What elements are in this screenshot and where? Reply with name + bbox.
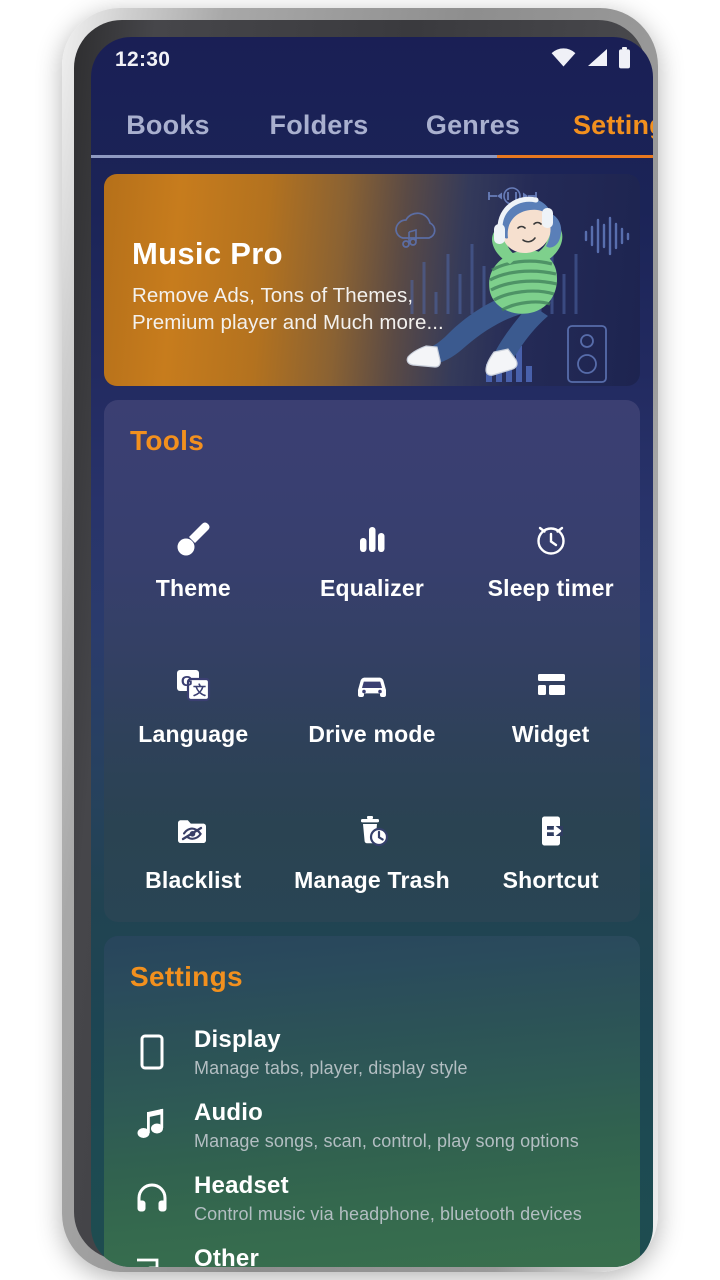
svg-text:G: G (181, 673, 193, 690)
paintbrush-icon (172, 516, 214, 562)
phone-bezel: 12:30 Books Folders Genres Settin Music … (74, 20, 653, 1267)
trash-clock-icon (350, 808, 394, 854)
setting-desc: Manage songs, scan, control, play song o… (194, 1131, 579, 1152)
tab-genres[interactable]: Genres (399, 110, 547, 155)
promo-title: Music Pro (132, 236, 283, 271)
tool-label: Language (138, 721, 249, 747)
tool-shortcut[interactable]: Shortcut (461, 778, 640, 924)
alarm-clock-icon (530, 516, 572, 562)
tool-label: Manage Trash (294, 867, 450, 893)
setting-title: Display (194, 1026, 281, 1053)
setting-row-audio[interactable]: Audio Manage songs, scan, control, play … (104, 1089, 640, 1162)
tool-label: Shortcut (502, 867, 599, 893)
setting-text: Audio Manage songs, scan, control, play … (194, 1098, 579, 1153)
tool-sleep-timer[interactable]: Sleep timer (461, 486, 640, 632)
promo-text-block: Music Pro Remove Ads, Tons of Themes, Pr… (132, 236, 444, 337)
tab-books[interactable]: Books (97, 110, 239, 155)
settings-card: Settings Display Manage tabs, player, di… (104, 936, 640, 1267)
tool-label: Sleep timer (487, 575, 614, 601)
tool-language[interactable]: G 文 Language (104, 632, 283, 778)
settings-list: Display Manage tabs, player, display sty… (104, 1016, 640, 1267)
tools-card: Tools Theme Equalizer Sleep timer G 文 La… (104, 400, 640, 922)
phone-frame: 12:30 Books Folders Genres Settin Music … (62, 8, 658, 1272)
tool-label: Equalizer (319, 575, 425, 601)
equalizer-bars-icon (351, 516, 393, 562)
battery-icon (618, 46, 631, 74)
phone-screen: 12:30 Books Folders Genres Settin Music … (91, 37, 653, 1267)
tab-settings[interactable]: Settings (547, 110, 653, 155)
widget-layout-icon (530, 662, 572, 708)
phone-outline-icon (132, 1029, 172, 1075)
devices-icon (132, 1248, 172, 1267)
phone-share-icon (530, 808, 572, 854)
promo-subtitle-line2: Premium player and Much more... (132, 311, 444, 335)
music-pro-banner[interactable]: Music Pro Remove Ads, Tons of Themes, Pr… (104, 174, 640, 386)
setting-desc: Control music via headphone, bluetooth d… (194, 1204, 582, 1225)
tool-drive-mode[interactable]: Drive mode (283, 632, 462, 778)
setting-row-headset[interactable]: Headset Control music via headphone, blu… (104, 1162, 640, 1235)
setting-text: Other (194, 1244, 259, 1267)
setting-desc: Manage tabs, player, display style (194, 1058, 468, 1079)
promo-subtitle: Remove Ads, Tons of Themes, Premium play… (132, 282, 444, 337)
tab-folders[interactable]: Folders (239, 110, 399, 155)
tool-blacklist[interactable]: Blacklist (104, 778, 283, 924)
status-bar: 12:30 (91, 37, 653, 83)
music-note-icon (132, 1102, 172, 1148)
tab-underline-inactive (91, 155, 498, 158)
tools-grid: Theme Equalizer Sleep timer G 文 Language… (104, 486, 640, 924)
wifi-icon (551, 48, 576, 72)
tab-underline (91, 155, 653, 158)
tool-label: Widget (511, 721, 590, 747)
setting-row-display[interactable]: Display Manage tabs, player, display sty… (104, 1016, 640, 1089)
tab-bar: Books Folders Genres Settings (91, 83, 653, 155)
headphones-icon (132, 1175, 172, 1221)
setting-text: Headset Control music via headphone, blu… (194, 1171, 582, 1226)
status-bar-clock: 12:30 (115, 48, 171, 71)
tab-underline-active (497, 155, 653, 158)
setting-title: Headset (194, 1171, 289, 1199)
translate-icon: G 文 (172, 662, 214, 708)
settings-heading: Settings (130, 961, 243, 992)
tool-manage-trash[interactable]: Manage Trash (283, 778, 462, 924)
folder-hidden-icon (171, 808, 215, 854)
tool-widget[interactable]: Widget (461, 632, 640, 778)
setting-title: Other (194, 1244, 260, 1267)
tool-equalizer[interactable]: Equalizer (283, 486, 462, 632)
svg-text:文: 文 (193, 683, 207, 698)
tools-heading: Tools (130, 425, 205, 456)
tool-label: Drive mode (308, 721, 436, 747)
tool-label: Blacklist (145, 867, 242, 893)
setting-text: Display Manage tabs, player, display sty… (194, 1025, 468, 1080)
signal-icon (586, 48, 608, 72)
tool-label: Theme (155, 575, 231, 601)
tool-theme[interactable]: Theme (104, 486, 283, 632)
setting-row-other[interactable]: Other (104, 1235, 640, 1267)
car-icon (350, 662, 394, 708)
setting-title: Audio (194, 1098, 263, 1126)
status-bar-icons (551, 46, 631, 74)
promo-subtitle-line1: Remove Ads, Tons of Themes, (132, 284, 414, 307)
